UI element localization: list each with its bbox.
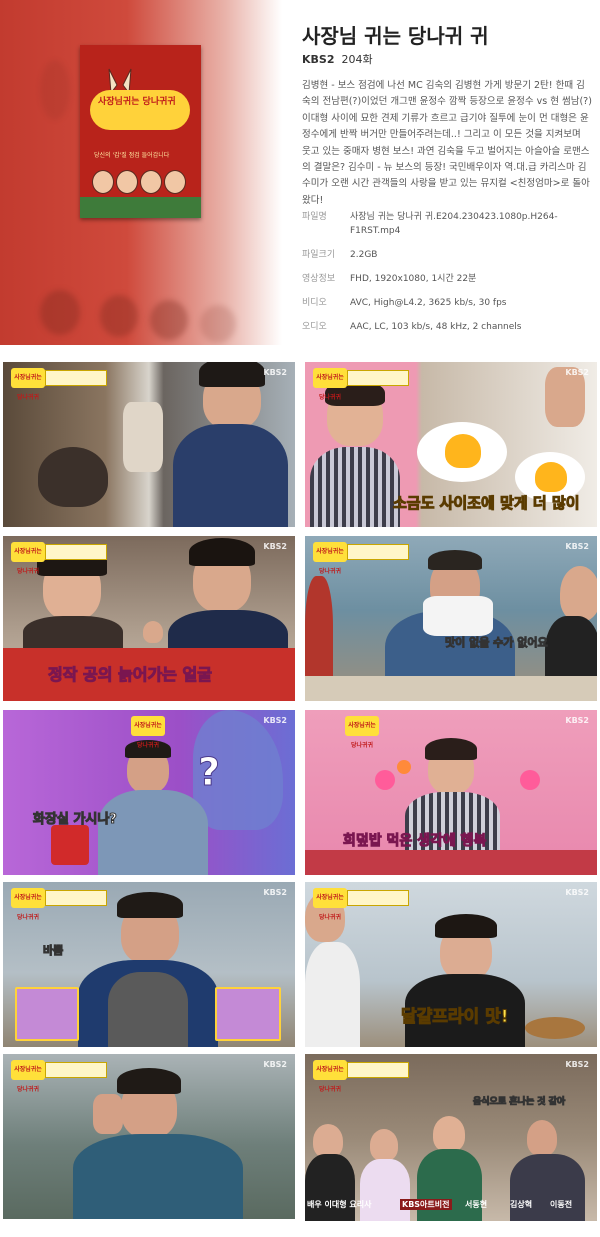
file-info-label: 파일크기 — [302, 250, 336, 260]
screenshot-thumbnail-10[interactable]: 음식으로 혼나는 것 같아 배우 이대형 요리사 KBS아트비전 서동현 김상혁… — [305, 1054, 597, 1221]
name-tag: 김상혁 — [510, 1200, 533, 1209]
screenshot-thumbnail-4[interactable]: 맛이 없을 수가 없어요 사장님귀는 당나귀귀 KBS2 — [305, 536, 597, 701]
name-tag: KBS아트비전 — [400, 1199, 452, 1210]
show-badge: 사장님귀는 당나귀귀 — [11, 1060, 45, 1093]
show-poster[interactable]: 사장님귀는 당나귀귀 당신의 '갑'질 점검 들어갑니다 — [80, 45, 201, 218]
file-info-row: 오디오 AAC, LC, 103 kb/s, 48 kHz, 2 channels — [302, 320, 597, 334]
name-tag: 서동현 — [465, 1200, 488, 1209]
kbs-watermark: KBS2 — [263, 1060, 287, 1069]
subtitle-caption: 정작 공의 늙어가는 얼굴 — [48, 665, 213, 685]
show-title: 사장님 귀는 당나귀 귀 — [302, 24, 489, 48]
screenshot-thumbnail-1[interactable]: 사장님귀는 당나귀귀 KBS2 — [3, 362, 295, 527]
poster-logo: 사장님귀는 당나귀귀 — [98, 97, 176, 107]
file-info-value: 2.2GB — [350, 250, 378, 260]
file-info-row: 파일명 사장님 귀는 당나귀 귀.E204.230423.1080p.H264-F… — [302, 210, 597, 238]
file-info-row: 영상정보 FHD, 1920x1080, 1시간 22분 — [302, 272, 597, 286]
name-tag: 배우 이대형 요리사 — [307, 1200, 372, 1209]
subtitle-caption: 음식으로 혼나는 것 같아 — [472, 1097, 566, 1108]
kbs-watermark: KBS2 — [565, 888, 589, 897]
file-info-value: AVC, High@L4.2, 3625 kb/s, 30 fps — [350, 298, 507, 308]
show-badge: 사장님귀는 당나귀귀 — [11, 542, 45, 575]
subtitle-caption: 바쁨 — [42, 944, 64, 958]
screenshot-thumbnail-5[interactable]: ? 화장실 가시나? 사장님귀는 당나귀귀 KBS2 — [3, 710, 295, 875]
name-tag: 이동전 — [550, 1200, 573, 1209]
kbs-watermark: KBS2 — [565, 542, 589, 551]
screenshot-thumbnail-6[interactable]: 회덮밥 먹은 생각에 행복 사장님귀는 당나귀귀 KBS2 — [305, 710, 597, 875]
show-badge: 사장님귀는 당나귀귀 — [313, 1060, 347, 1093]
file-info-label: 파일명 — [302, 212, 327, 222]
file-info-label: 영상정보 — [302, 274, 336, 284]
channel-name: KBS2 — [302, 53, 335, 66]
screenshot-thumbnail-8[interactable]: 달걀프라이 맛! 사장님귀는 당나귀귀 KBS2 — [305, 882, 597, 1047]
file-info-label: 오디오 — [302, 322, 327, 332]
poster-subtitle: 당신의 '갑'질 점검 들어갑니다 — [94, 152, 170, 159]
file-info-value: 사장님 귀는 당나귀 귀.E204.230423.1080p.H264-F1RS… — [350, 212, 558, 236]
subtitle-caption: 회덮밥 먹은 생각에 행복 — [342, 833, 487, 850]
show-badge: 사장님귀는 당나귀귀 — [313, 542, 347, 575]
file-info-value: AAC, LC, 103 kb/s, 48 kHz, 2 channels — [350, 322, 522, 332]
show-badge: 사장님귀는 당나귀귀 — [11, 368, 45, 401]
file-info-row: 파일크기 2.2GB — [302, 248, 597, 262]
file-info-row: 비디오 AVC, High@L4.2, 3625 kb/s, 30 fps — [302, 296, 597, 310]
subtitle-caption: 달걀프라이 맛! — [401, 1007, 510, 1028]
screenshot-thumbnail-3[interactable]: 정작 공의 늙어가는 얼굴 사장님귀는 당나귀귀 KBS2 — [3, 536, 295, 701]
file-info-label: 비디오 — [302, 298, 327, 308]
kbs-watermark: KBS2 — [263, 716, 287, 725]
screenshot-thumbnail-2[interactable]: 소금도 사이조에 맞게 더 많이 사장님귀는 당나귀귀 KBS2 — [305, 362, 597, 527]
channel-line: KBS2 204화 — [302, 51, 373, 67]
screenshot-thumbnail-7[interactable]: 바쁨 사장님귀는 당나귀귀 KBS2 — [3, 882, 295, 1047]
file-info-table: 파일명 사장님 귀는 당나귀 귀.E204.230423.1080p.H264-F… — [302, 210, 597, 344]
header-section: 사장님귀는 당나귀귀 당신의 '갑'질 점검 들어갑니다 사장님 귀는 당나귀 … — [0, 0, 600, 345]
episode-description: 김병현 - 보스 점검에 나선 MC 김숙의 김병현 가게 방문기 2탄! 한때… — [302, 80, 592, 206]
kbs-watermark: KBS2 — [565, 1060, 589, 1069]
show-badge: 사장님귀는 당나귀귀 — [345, 716, 379, 749]
kbs-watermark: KBS2 — [263, 888, 287, 897]
subtitle-caption: 소금도 사이조에 맞게 더 많이 — [393, 494, 580, 513]
file-info-value: FHD, 1920x1080, 1시간 22분 — [350, 274, 477, 284]
kbs-watermark: KBS2 — [565, 716, 589, 725]
subtitle-caption: 화장실 가시나? — [33, 812, 118, 828]
kbs-watermark: KBS2 — [263, 542, 287, 551]
screenshot-thumbnail-9[interactable]: 사장님귀는 당나귀귀 KBS2 — [3, 1054, 295, 1219]
show-badge: 사장님귀는 당나귀귀 — [11, 888, 45, 921]
show-badge: 사장님귀는 당나귀귀 — [313, 368, 347, 401]
episode-number: 204화 — [341, 53, 373, 66]
show-badge: 사장님귀는 당나귀귀 — [131, 716, 165, 749]
kbs-watermark: KBS2 — [263, 368, 287, 377]
subtitle-caption: 맛이 없을 수가 없어요 — [445, 636, 549, 650]
show-badge: 사장님귀는 당나귀귀 — [313, 888, 347, 921]
kbs-watermark: KBS2 — [565, 368, 589, 377]
